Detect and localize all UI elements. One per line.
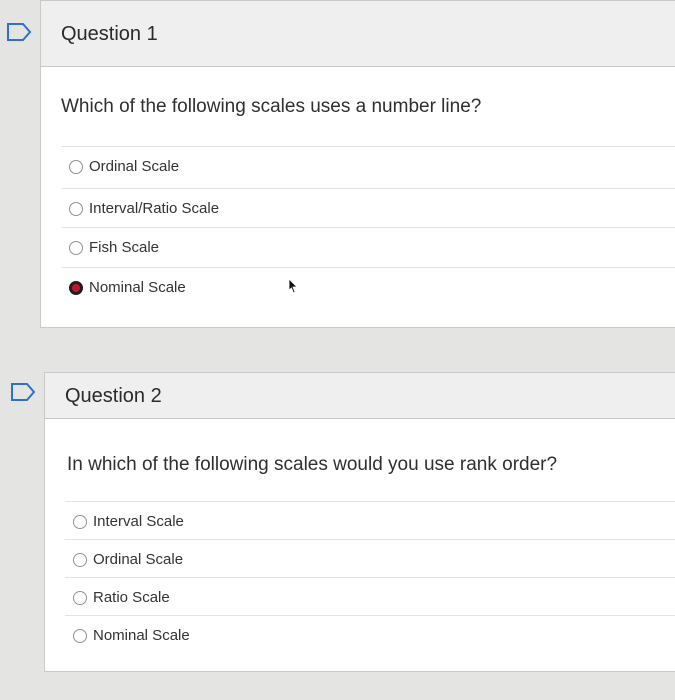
radio-button[interactable] — [69, 241, 83, 255]
question-2-header: Question 2 — [45, 373, 675, 419]
question-1-header: Question 1 — [41, 1, 675, 67]
answer-option-selected[interactable]: Nominal Scale — [61, 267, 675, 307]
radio-button[interactable] — [73, 553, 87, 567]
option-label[interactable]: Nominal Scale — [89, 279, 186, 296]
flag-icon[interactable] — [10, 382, 36, 402]
question-prompt: Which of the following scales uses a num… — [61, 96, 482, 117]
answer-option[interactable]: Fish Scale — [61, 227, 675, 267]
question-prompt: In which of the following scales would y… — [67, 454, 558, 475]
option-label[interactable]: Ordinal Scale — [93, 551, 183, 568]
option-label[interactable]: Interval/Ratio Scale — [89, 200, 219, 217]
answer-option[interactable]: Ordinal Scale — [65, 539, 675, 579]
answer-option[interactable]: Interval Scale — [65, 501, 675, 541]
question-2-card: Question 2 In which of the following sca… — [44, 372, 675, 672]
answer-option[interactable]: Interval/Ratio Scale — [61, 188, 675, 228]
question-1-card: Question 1 Which of the following scales… — [40, 0, 675, 328]
answer-option[interactable]: Nominal Scale — [65, 615, 675, 655]
answer-option[interactable]: Ordinal Scale — [61, 146, 675, 186]
radio-button[interactable] — [69, 160, 83, 174]
radio-button-selected[interactable] — [69, 281, 83, 295]
radio-button[interactable] — [73, 629, 87, 643]
answer-option[interactable]: Ratio Scale — [65, 577, 675, 617]
mouse-pointer-icon — [288, 278, 298, 294]
option-label[interactable]: Ordinal Scale — [89, 158, 179, 175]
question-title: Question 2 — [65, 385, 162, 407]
radio-button[interactable] — [73, 591, 87, 605]
radio-button[interactable] — [73, 515, 87, 529]
question-title: Question 1 — [61, 23, 158, 45]
option-label[interactable]: Ratio Scale — [93, 589, 170, 606]
radio-button[interactable] — [69, 202, 83, 216]
option-label[interactable]: Fish Scale — [89, 239, 159, 256]
flag-icon[interactable] — [6, 22, 32, 42]
option-label[interactable]: Interval Scale — [93, 513, 184, 530]
option-label[interactable]: Nominal Scale — [93, 627, 190, 644]
